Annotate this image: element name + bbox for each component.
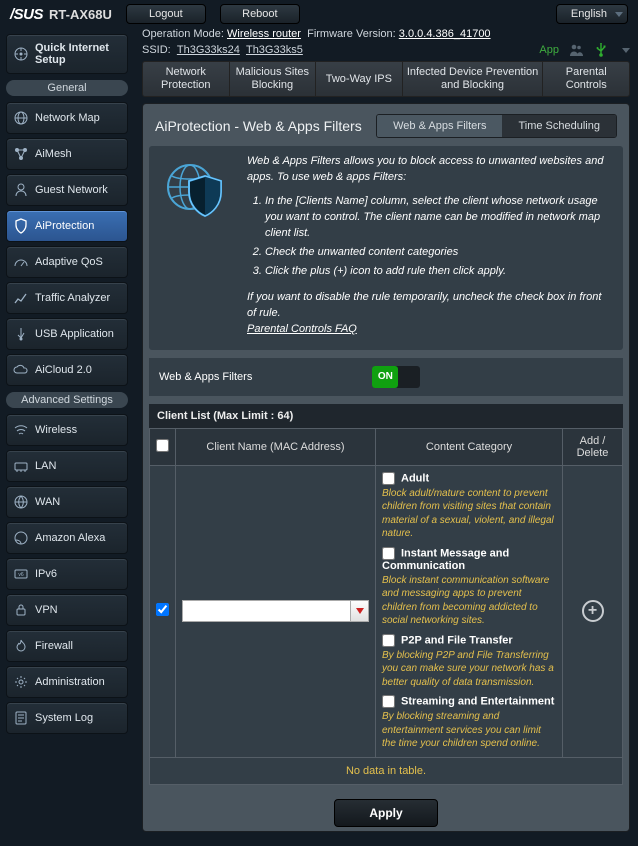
ssid-2: Th3G33ks5 <box>246 44 303 56</box>
sidebar-section-advanced: Advanced Settings <box>6 392 128 408</box>
parental-faq-link[interactable]: Parental Controls FAQ <box>247 323 357 335</box>
firewall-icon <box>13 638 29 654</box>
tab-infected-device[interactable]: Infected Device Prevention and Blocking <box>402 62 543 96</box>
sidebar-item-aicloud[interactable]: AiCloud 2.0 <box>6 354 128 386</box>
tab-two-way-ips[interactable]: Two-Way IPS <box>315 62 402 96</box>
usb-status-icon[interactable] <box>594 43 608 57</box>
guest-icon <box>13 182 29 198</box>
page-title: AiProtection - Web & Apps Filters <box>155 118 362 134</box>
chart-icon <box>13 290 29 306</box>
sidebar-item-vpn[interactable]: VPN <box>6 594 128 626</box>
cat-adult-checkbox[interactable] <box>382 472 395 485</box>
sidebar-item-ipv6[interactable]: v6IPv6 <box>6 558 128 590</box>
usb-icon <box>13 326 29 342</box>
sidebar-item-system-log[interactable]: System Log <box>6 702 128 734</box>
info-line1: Operation Mode: Wireless router Firmware… <box>142 28 630 40</box>
lan-icon <box>13 458 29 474</box>
toggle-label: Web & Apps Filters <box>159 371 252 383</box>
intro-lead: Web & Apps Filters allows you to block a… <box>247 154 609 186</box>
gear-icon <box>13 674 29 690</box>
qis-icon <box>13 46 29 62</box>
status-dropdown-icon[interactable] <box>618 44 630 56</box>
network-map-icon <box>13 110 29 126</box>
firmware-version-link[interactable]: 3.0.0.4.386_41700 <box>399 28 491 40</box>
sidebar-item-usb-application[interactable]: USB Application <box>6 318 128 350</box>
svg-text:v6: v6 <box>18 572 24 578</box>
sidebar-item-traffic-analyzer[interactable]: Traffic Analyzer <box>6 282 128 314</box>
operation-mode-link[interactable]: Wireless router <box>227 28 301 40</box>
intro-note: If you want to disable the rule temporar… <box>247 290 609 322</box>
intro-step-2: Check the unwanted content categories <box>265 245 609 261</box>
wan-icon <box>13 494 29 510</box>
sidebar-item-adaptive-qos[interactable]: Adaptive QoS <box>6 246 128 278</box>
tab-network-protection[interactable]: Network Protection <box>143 62 229 96</box>
subtab-time-scheduling[interactable]: Time Scheduling <box>502 115 616 137</box>
cat-im-checkbox[interactable] <box>382 547 395 560</box>
intro-step-1: In the [Clients Name] column, select the… <box>265 194 609 242</box>
sidebar-section-general: General <box>6 80 128 96</box>
vpn-icon <box>13 602 29 618</box>
select-all-checkbox[interactable] <box>156 439 169 452</box>
sidebar-item-wan[interactable]: WAN <box>6 486 128 518</box>
sidebar-item-network-map[interactable]: Network Map <box>6 102 128 134</box>
ssid-1: Th3G33ks24 <box>177 44 240 56</box>
gauge-icon <box>13 254 29 270</box>
ipv6-icon: v6 <box>13 566 29 582</box>
feature-graphic <box>163 154 233 337</box>
no-data-message: No data in table. <box>149 758 623 785</box>
sidebar-item-wireless[interactable]: Wireless <box>6 414 128 446</box>
cat-p2p-checkbox[interactable] <box>382 634 395 647</box>
tab-malicious-sites[interactable]: Malicious Sites Blocking <box>229 62 316 96</box>
log-icon <box>13 710 29 726</box>
wifi-icon <box>13 422 29 438</box>
subtab-web-apps-filters[interactable]: Web & Apps Filters <box>377 115 502 137</box>
client-select-dropdown-icon[interactable] <box>350 601 368 621</box>
info-line2: SSID: Th3G33ks24 Th3G33ks5 App <box>142 43 630 57</box>
brand-model: RT-AX68U <box>49 7 112 22</box>
web-apps-filter-toggle[interactable]: ON <box>372 366 420 388</box>
apply-button[interactable]: Apply <box>334 799 437 827</box>
sidebar-item-guest-network[interactable]: Guest Network <box>6 174 128 206</box>
tab-parental-controls[interactable]: Parental Controls <box>542 62 629 96</box>
col-add-delete: Add / Delete <box>563 428 623 465</box>
brand-logo: /SUS <box>10 6 43 23</box>
intro-step-3: Click the plus (+) icon to add rule then… <box>265 264 609 280</box>
col-content-category: Content Category <box>376 428 563 465</box>
clients-icon[interactable] <box>569 44 584 56</box>
sidebar-qis-label: Quick Internet Setup <box>35 42 123 66</box>
alexa-icon <box>13 530 29 546</box>
tab-strip: Network Protection Malicious Sites Block… <box>142 61 630 97</box>
language-select[interactable]: English <box>556 4 628 24</box>
logout-button[interactable]: Logout <box>126 4 206 24</box>
app-link[interactable]: App <box>539 44 559 56</box>
row-enable-checkbox[interactable] <box>156 603 169 616</box>
sidebar-item-administration[interactable]: Administration <box>6 666 128 698</box>
sidebar-item-aimesh[interactable]: AiMesh <box>6 138 128 170</box>
aimesh-icon <box>13 146 29 162</box>
sidebar-item-aiprotection[interactable]: AiProtection <box>6 210 128 242</box>
client-select[interactable] <box>182 600 369 622</box>
sidebar-item-amazon-alexa[interactable]: Amazon Alexa <box>6 522 128 554</box>
sidebar-item-lan[interactable]: LAN <box>6 450 128 482</box>
add-rule-button[interactable] <box>582 600 604 622</box>
sidebar-item-firewall[interactable]: Firewall <box>6 630 128 662</box>
reboot-button[interactable]: Reboot <box>220 4 300 24</box>
client-list-header: Client List (Max Limit : 64) <box>149 404 623 428</box>
shield-icon <box>13 218 29 234</box>
col-client-name: Client Name (MAC Address) <box>176 428 376 465</box>
cat-streaming-checkbox[interactable] <box>382 695 395 708</box>
cloud-icon <box>13 362 29 378</box>
sidebar-qis[interactable]: Quick Internet Setup <box>6 34 128 74</box>
